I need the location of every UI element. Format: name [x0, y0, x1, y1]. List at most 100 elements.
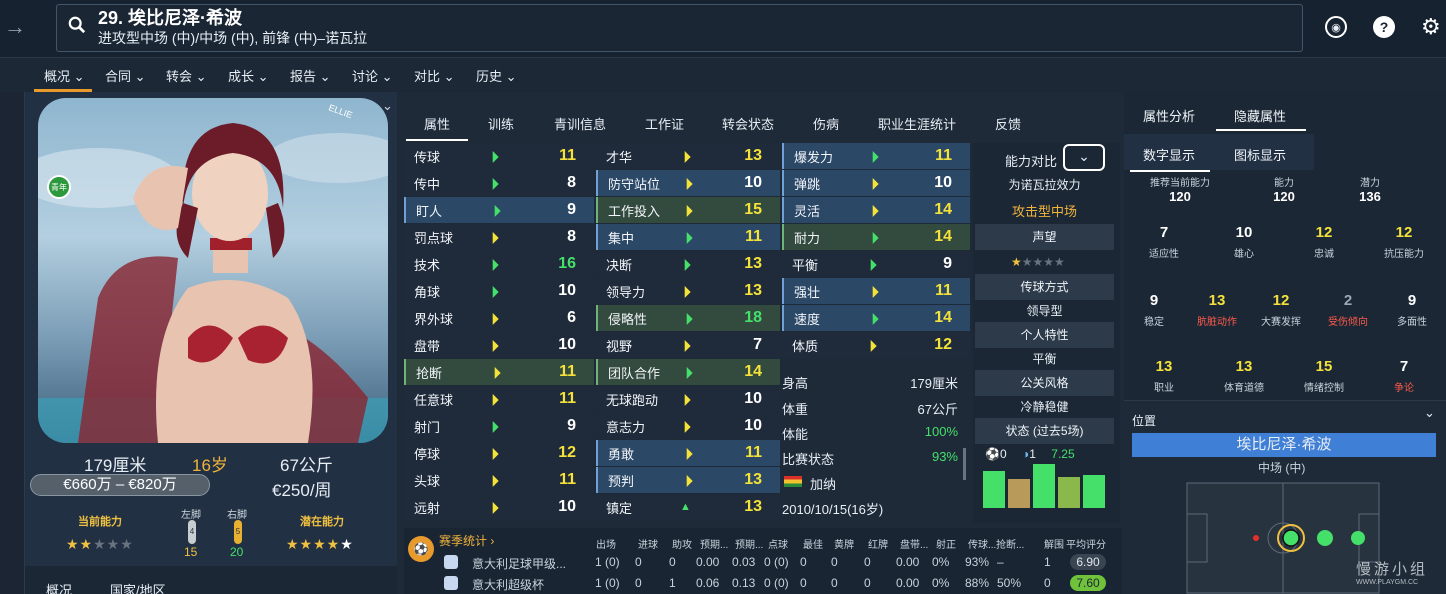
scrollbar[interactable]	[963, 448, 966, 480]
stats-column-header[interactable]: 点球	[768, 536, 788, 551]
attribute-row[interactable]: 头球 ◢ 11	[404, 467, 594, 493]
technical-attributes: 传球 ◢ 11 传中 ◢ 8 盯人 ◢ 9 罚点球 ◢ 8 技术 ◢ 16 角球 ◢ 10 界外球 ◢ 6 盘带 ◢ 10 抢断…	[404, 143, 594, 523]
tab-profile-overview[interactable]: 概况	[46, 580, 72, 594]
stats-column-header[interactable]: 最佳	[803, 536, 823, 551]
attribute-row[interactable]: 停球 ◢ 12	[404, 440, 594, 466]
position-chevron-icon[interactable]: ⌄	[1424, 405, 1435, 421]
nav-reports[interactable]: 报告 ⌄	[290, 66, 331, 85]
stats-column-header[interactable]: 进球	[638, 536, 658, 551]
attribute-row[interactable]: 预判 ◢ 13	[596, 467, 780, 493]
attribute-row[interactable]: 防守站位 ◢ 10	[596, 170, 780, 196]
stats-column-header[interactable]: 盘带...	[900, 536, 928, 551]
attribute-row[interactable]: 强壮 ◢ 11	[782, 278, 970, 304]
tab-career-stats[interactable]: 职业生涯统计	[878, 114, 956, 133]
attribute-row[interactable]: 技术 ◢ 16	[404, 251, 594, 277]
attribute-row[interactable]: 才华 ◢ 13	[596, 143, 780, 169]
stats-row[interactable]: 意大利足球甲级... 1 (0) 0 0 0.00 0.03 0 (0) 0 0 0 0.00 0% 9…	[444, 553, 1114, 573]
attribute-row[interactable]: 角球 ◢ 10	[404, 278, 594, 304]
attribute-row[interactable]: 视野 ◢ 7	[596, 332, 780, 358]
attribute-row[interactable]: 领导力 ◢ 13	[596, 278, 780, 304]
attribute-value: 13	[744, 498, 762, 515]
attribute-row[interactable]: 意志力 ◢ 10	[596, 413, 780, 439]
stats-column-header[interactable]: 预期...	[735, 536, 763, 551]
subtab-icon[interactable]: 图标显示	[1234, 145, 1286, 164]
attribute-row[interactable]: 勇敢 ◢ 11	[596, 440, 780, 466]
globe-icon[interactable]: ◉	[1325, 16, 1347, 38]
attribute-row[interactable]: 速度 ◢ 14	[782, 305, 970, 331]
attribute-row[interactable]: 无球跑动 ◢ 10	[596, 386, 780, 412]
back-arrow-icon[interactable]: →	[4, 14, 26, 40]
attribute-row[interactable]: 传球 ◢ 11	[404, 143, 594, 169]
stats-header-row: 出场 进球 助攻 预期... 预期... 点球 最佳 黄牌 红牌 盘带... 射正 传球... 抢断..…	[596, 536, 1112, 551]
tab-transfer-status[interactable]: 转会状态	[722, 114, 774, 133]
tab-nation[interactable]: 国家/地区	[110, 580, 166, 594]
stats-column-header[interactable]: 平均评分	[1066, 536, 1106, 551]
attribute-row[interactable]: 工作投入 ◢ 15	[596, 197, 780, 223]
tab-injuries[interactable]: 伤病	[813, 114, 839, 133]
attribute-row[interactable]: 传中 ◢ 8	[404, 170, 594, 196]
attribute-row[interactable]: 灵活 ◢ 14	[782, 197, 970, 223]
attribute-name: 盯人	[416, 203, 443, 219]
stats-column-header[interactable]: 黄牌	[834, 536, 854, 551]
attribute-name: 团队合作	[608, 365, 661, 381]
tab-feedback[interactable]: 反馈	[995, 114, 1021, 133]
gear-icon[interactable]: ⚙	[1421, 14, 1441, 40]
nav-discuss[interactable]: 讨论 ⌄	[352, 66, 393, 85]
tab-hidden-attributes[interactable]: 隐藏属性	[1234, 106, 1286, 125]
stats-column-header[interactable]: 射正	[936, 536, 956, 551]
attribute-row[interactable]: 远射 ◢ 10	[404, 494, 594, 520]
stats-column-header[interactable]: 红牌	[868, 536, 888, 551]
attribute-row[interactable]: 爆发力 ◢ 11	[782, 143, 970, 169]
attribute-value: 11	[745, 444, 762, 461]
attribute-row[interactable]: 侵略性 ◢ 18	[596, 305, 780, 331]
tab-attribute-analysis[interactable]: 属性分析	[1143, 106, 1195, 125]
attribute-row[interactable]: 盯人 ◢ 9	[404, 197, 594, 223]
attribute-row[interactable]: 射门 ◢ 9	[404, 413, 594, 439]
stats-cell: 0	[831, 555, 838, 569]
tab-work-permit[interactable]: 工作证	[645, 114, 684, 133]
season-stats-title[interactable]: 赛季统计 ›	[439, 532, 494, 549]
stats-cell: 0	[800, 576, 807, 590]
trend-arrow-icon: ◢	[487, 365, 502, 380]
attribute-row[interactable]: 体质 ◢ 12	[782, 332, 970, 358]
nav-transfer[interactable]: 转会 ⌄	[166, 66, 207, 85]
compare-dropdown[interactable]: ⌄	[1063, 144, 1105, 171]
nav-contract[interactable]: 合同 ⌄	[105, 66, 146, 85]
attribute-row[interactable]: 盘带 ◢ 10	[404, 332, 594, 358]
tab-attributes[interactable]: 属性	[424, 114, 450, 133]
subtab-numeric[interactable]: 数字显示	[1143, 145, 1195, 164]
attribute-row[interactable]: 耐力 ◢ 14	[782, 224, 970, 250]
attribute-name: 传中	[414, 176, 441, 192]
help-icon[interactable]: ?	[1373, 16, 1395, 38]
tab-training[interactable]: 训练	[488, 114, 514, 133]
attribute-row[interactable]: 决断 ◢ 13	[596, 251, 780, 277]
attribute-value: 11	[559, 390, 576, 407]
form-bar	[1083, 475, 1105, 508]
nav-development[interactable]: 成长 ⌄	[228, 66, 269, 85]
attribute-row[interactable]: 镇定 ▲ 13	[596, 494, 780, 520]
chevron-down-icon[interactable]: ⌄	[382, 98, 393, 114]
attribute-row[interactable]: 平衡 ◢ 9	[782, 251, 970, 277]
stats-column-header[interactable]: 抢断...	[996, 536, 1024, 551]
attribute-row[interactable]: 抢断 ◢ 11	[404, 359, 594, 385]
attribute-row[interactable]: 任意球 ◢ 11	[404, 386, 594, 412]
attribute-name: 预判	[608, 473, 635, 489]
stats-column-header[interactable]: 出场	[596, 536, 616, 551]
attribute-row[interactable]: 界外球 ◢ 6	[404, 305, 594, 331]
attribute-row[interactable]: 弹跳 ◢ 10	[782, 170, 970, 196]
stats-row[interactable]: 意大利超级杯 1 (0) 0 1 0.06 0.13 0 (0) 0 0 0 0.00 0% 88% 50…	[444, 574, 1114, 594]
tab-youth-info[interactable]: 青训信息	[554, 114, 606, 133]
trend-arrow-icon: ◢	[487, 203, 502, 218]
attribute-name: 意志力	[606, 419, 646, 435]
trend-arrow-icon: ◢	[677, 338, 692, 353]
stats-column-header[interactable]: 传球...	[968, 536, 996, 551]
nav-overview[interactable]: 概况 ⌄	[44, 66, 85, 85]
stats-column-header[interactable]: 助攻	[672, 536, 692, 551]
attribute-row[interactable]: 集中 ◢ 11	[596, 224, 780, 250]
stats-column-header[interactable]: 解围	[1044, 536, 1064, 551]
stats-column-header[interactable]: 预期...	[700, 536, 728, 551]
nav-history[interactable]: 历史 ⌄	[476, 66, 517, 85]
attribute-row[interactable]: 团队合作 ◢ 14	[596, 359, 780, 385]
nav-compare[interactable]: 对比 ⌄	[414, 66, 455, 85]
attribute-row[interactable]: 罚点球 ◢ 8	[404, 224, 594, 250]
